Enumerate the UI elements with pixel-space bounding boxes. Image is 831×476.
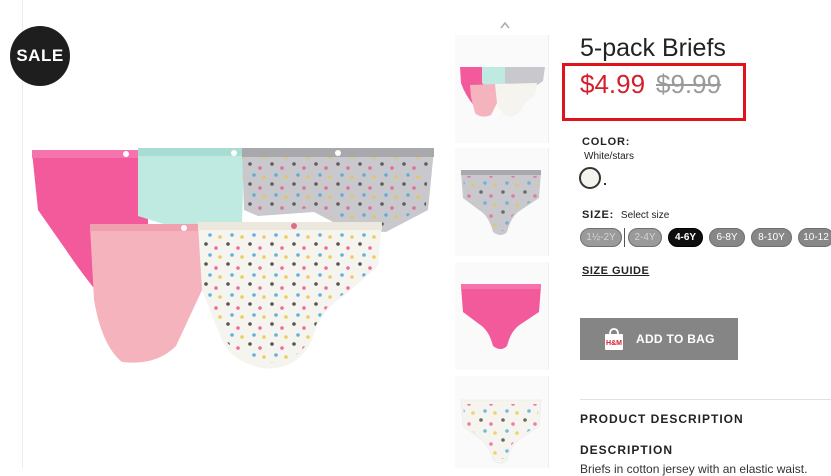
size-hint: Select size — [620, 210, 670, 221]
size-option-8-10y[interactable]: 8-10Y — [751, 228, 792, 247]
size-option-10-12[interactable]: 10-12 — [798, 228, 831, 247]
size-label: SIZE: — [582, 209, 615, 221]
size-divider — [624, 228, 625, 247]
size-option-1-5-2y[interactable]: 1½-2Y — [580, 228, 622, 247]
thumbnail-grey-star-briefs[interactable] — [455, 148, 549, 256]
color-swatch-white-stars[interactable] — [579, 167, 601, 189]
description-subheading: DESCRIPTION — [580, 443, 674, 457]
product-description-heading[interactable]: PRODUCT DESCRIPTION — [580, 412, 744, 426]
swatch-marker — [604, 183, 606, 185]
bag-logo-text: H&M — [606, 340, 622, 347]
color-value: White/stars — [584, 151, 635, 162]
original-price: $9.99 — [656, 69, 722, 99]
shopping-bag-icon: H&M — [605, 328, 623, 350]
thumbnail-all-five-briefs[interactable] — [455, 35, 549, 143]
product-title: 5-pack Briefs — [580, 34, 726, 62]
color-label: COLOR: — [582, 136, 631, 148]
description-divider — [580, 399, 831, 400]
thumbnail-up-arrow-icon[interactable] — [499, 20, 511, 30]
size-option-4-6y[interactable]: 4-6Y — [668, 228, 703, 247]
sale-badge: SALE — [10, 26, 70, 86]
main-product-image — [32, 148, 434, 369]
size-header: SIZE: Select size — [582, 209, 669, 221]
thumbnail-pink-briefs[interactable] — [455, 262, 549, 370]
description-text: Briefs in cotton jersey with an elastic … — [580, 462, 808, 476]
size-option-6-8y[interactable]: 6-8Y — [709, 228, 745, 247]
add-to-bag-button[interactable]: H&M ADD TO BAG — [580, 318, 738, 360]
size-option-2-4y[interactable]: 2-4Y — [628, 228, 662, 247]
add-to-bag-label: ADD TO BAG — [636, 332, 715, 346]
sale-price: $4.99 — [580, 69, 646, 99]
thumbnail-white-star-briefs[interactable] — [455, 376, 549, 468]
size-guide-link[interactable]: SIZE GUIDE — [582, 265, 649, 277]
